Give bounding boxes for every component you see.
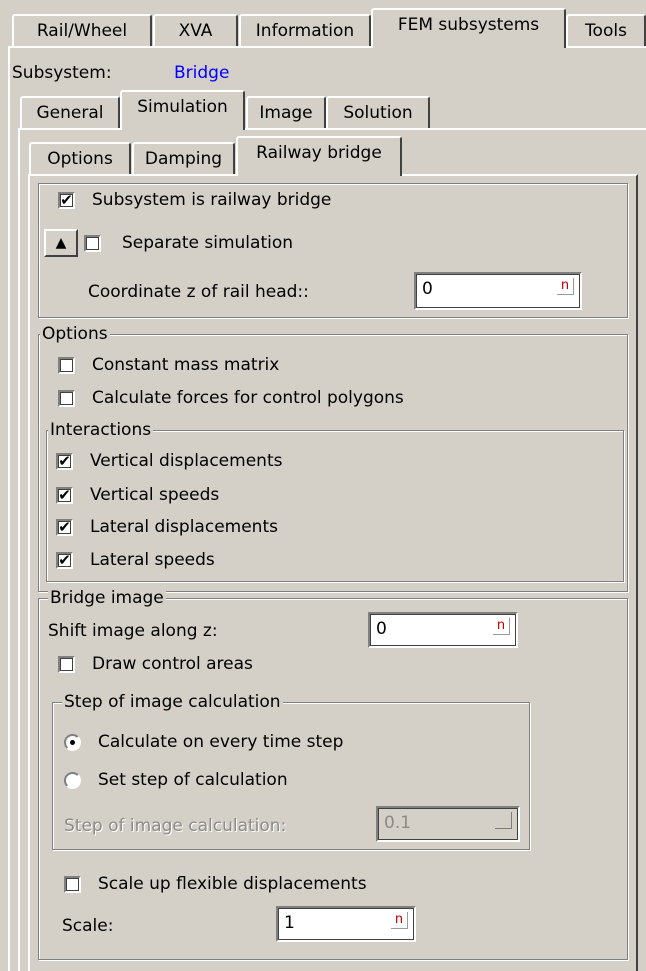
interactions-group-title: Interactions <box>48 420 154 440</box>
separate-simulation-checkbox[interactable] <box>84 235 101 252</box>
tab-railway-bridge[interactable]: Railway bridge <box>236 136 402 176</box>
tab-information[interactable]: Information <box>239 14 371 46</box>
constant-mass-checkbox[interactable] <box>58 357 75 374</box>
step-group-title: Step of image calculation <box>62 692 283 712</box>
every-step-radio[interactable] <box>64 734 81 751</box>
top-tab-bar: Rail/Wheel XVA Information FEM subsystem… <box>0 0 646 48</box>
tab-solution[interactable]: Solution <box>326 96 430 128</box>
set-step-radio[interactable] <box>64 772 81 789</box>
tab-tools[interactable]: Tools <box>566 14 646 46</box>
tab-options[interactable]: Options <box>29 142 131 174</box>
scale-up-checkbox[interactable] <box>64 876 81 893</box>
draw-control-label: Draw control areas <box>92 654 253 674</box>
tab-xva[interactable]: XVA <box>153 14 238 46</box>
railway-bridge-label: Subsystem is railway bridge <box>92 190 332 210</box>
triangle-up-icon[interactable]: ▲ <box>44 229 78 257</box>
scale-up-label: Scale up flexible displacements <box>98 874 367 894</box>
lateral-speeds-checkbox[interactable]: ✔ <box>56 552 73 569</box>
step-field-value: 0.1 <box>384 813 412 833</box>
subsystem-label: Subsystem: <box>12 63 112 83</box>
shift-image-value: 0 <box>376 619 387 639</box>
set-step-label: Set step of calculation <box>98 770 288 790</box>
lateral-speeds-label: Lateral speeds <box>90 550 215 570</box>
draw-control-checkbox[interactable] <box>58 656 75 673</box>
calc-forces-label: Calculate forces for control polygons <box>92 388 404 408</box>
every-step-label: Calculate on every time step <box>98 732 344 752</box>
subsystem-value: Bridge <box>174 63 230 83</box>
tab-rail-wheel[interactable]: Rail/Wheel <box>12 14 152 46</box>
rail-head-label: Coordinate z of rail head:: <box>88 282 309 302</box>
step-field-label: Step of image calculation: <box>64 816 287 836</box>
vertical-speeds-checkbox[interactable]: ✔ <box>56 487 73 504</box>
tab-simulation[interactable]: Simulation <box>120 90 245 130</box>
railway-bridge-checkbox[interactable]: ✔ <box>58 192 75 209</box>
units-icon[interactable]: n <box>391 912 408 929</box>
separate-simulation-label: Separate simulation <box>122 233 294 253</box>
rail-head-value: 0 <box>422 279 433 299</box>
scale-input[interactable]: 1 n <box>276 906 416 942</box>
shift-image-label: Shift image along z: <box>48 621 218 641</box>
vertical-speeds-label: Vertical speeds <box>90 485 220 505</box>
lateral-displacements-label: Lateral displacements <box>90 517 278 537</box>
tab-damping[interactable]: Damping <box>132 142 235 174</box>
shift-image-input[interactable]: 0 n <box>368 612 518 648</box>
scale-label: Scale: <box>62 916 114 936</box>
bridge-image-group-title: Bridge image <box>48 588 166 608</box>
tab-image[interactable]: Image <box>246 96 326 128</box>
calc-forces-checkbox[interactable] <box>58 390 75 407</box>
vertical-displacements-checkbox[interactable]: ✔ <box>56 453 73 470</box>
units-icon <box>495 812 512 829</box>
step-field-input[interactable]: 0.1 <box>376 806 520 842</box>
scale-value: 1 <box>284 913 295 933</box>
tab-general[interactable]: General <box>20 96 120 128</box>
rail-head-input[interactable]: 0 n <box>414 272 582 310</box>
units-icon[interactable]: n <box>557 278 574 295</box>
constant-mass-label: Constant mass matrix <box>92 355 280 375</box>
tab-fem-subsystems[interactable]: FEM subsystems <box>371 8 566 48</box>
vertical-displacements-label: Vertical displacements <box>90 451 283 471</box>
units-icon[interactable]: n <box>493 618 510 635</box>
lateral-displacements-checkbox[interactable]: ✔ <box>56 519 73 536</box>
options-group-title: Options <box>40 324 110 344</box>
